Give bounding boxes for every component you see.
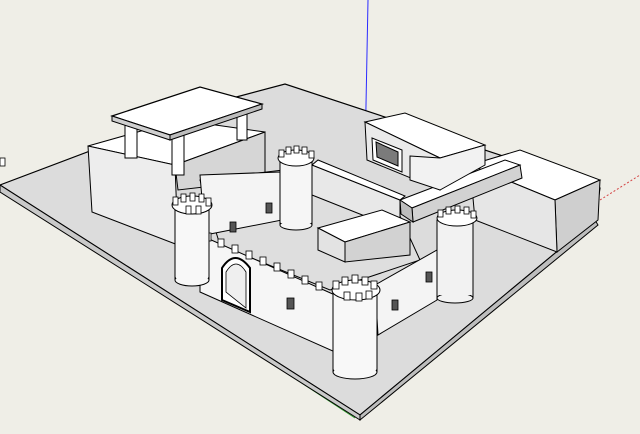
tower-left[interactable]	[171, 192, 213, 287]
slit-window	[391, 299, 399, 311]
slit-window	[229, 221, 237, 233]
model-canvas[interactable]	[0, 0, 640, 434]
axis-marker	[0, 157, 6, 167]
slit-window	[286, 297, 295, 310]
tower-front[interactable]	[331, 274, 381, 380]
red-axis	[599, 174, 640, 201]
slit-window	[425, 271, 433, 283]
tower-middle[interactable]	[277, 145, 315, 231]
slit-window	[265, 202, 273, 214]
modeling-viewport[interactable]	[0, 0, 640, 434]
tower-right[interactable]	[436, 205, 478, 304]
